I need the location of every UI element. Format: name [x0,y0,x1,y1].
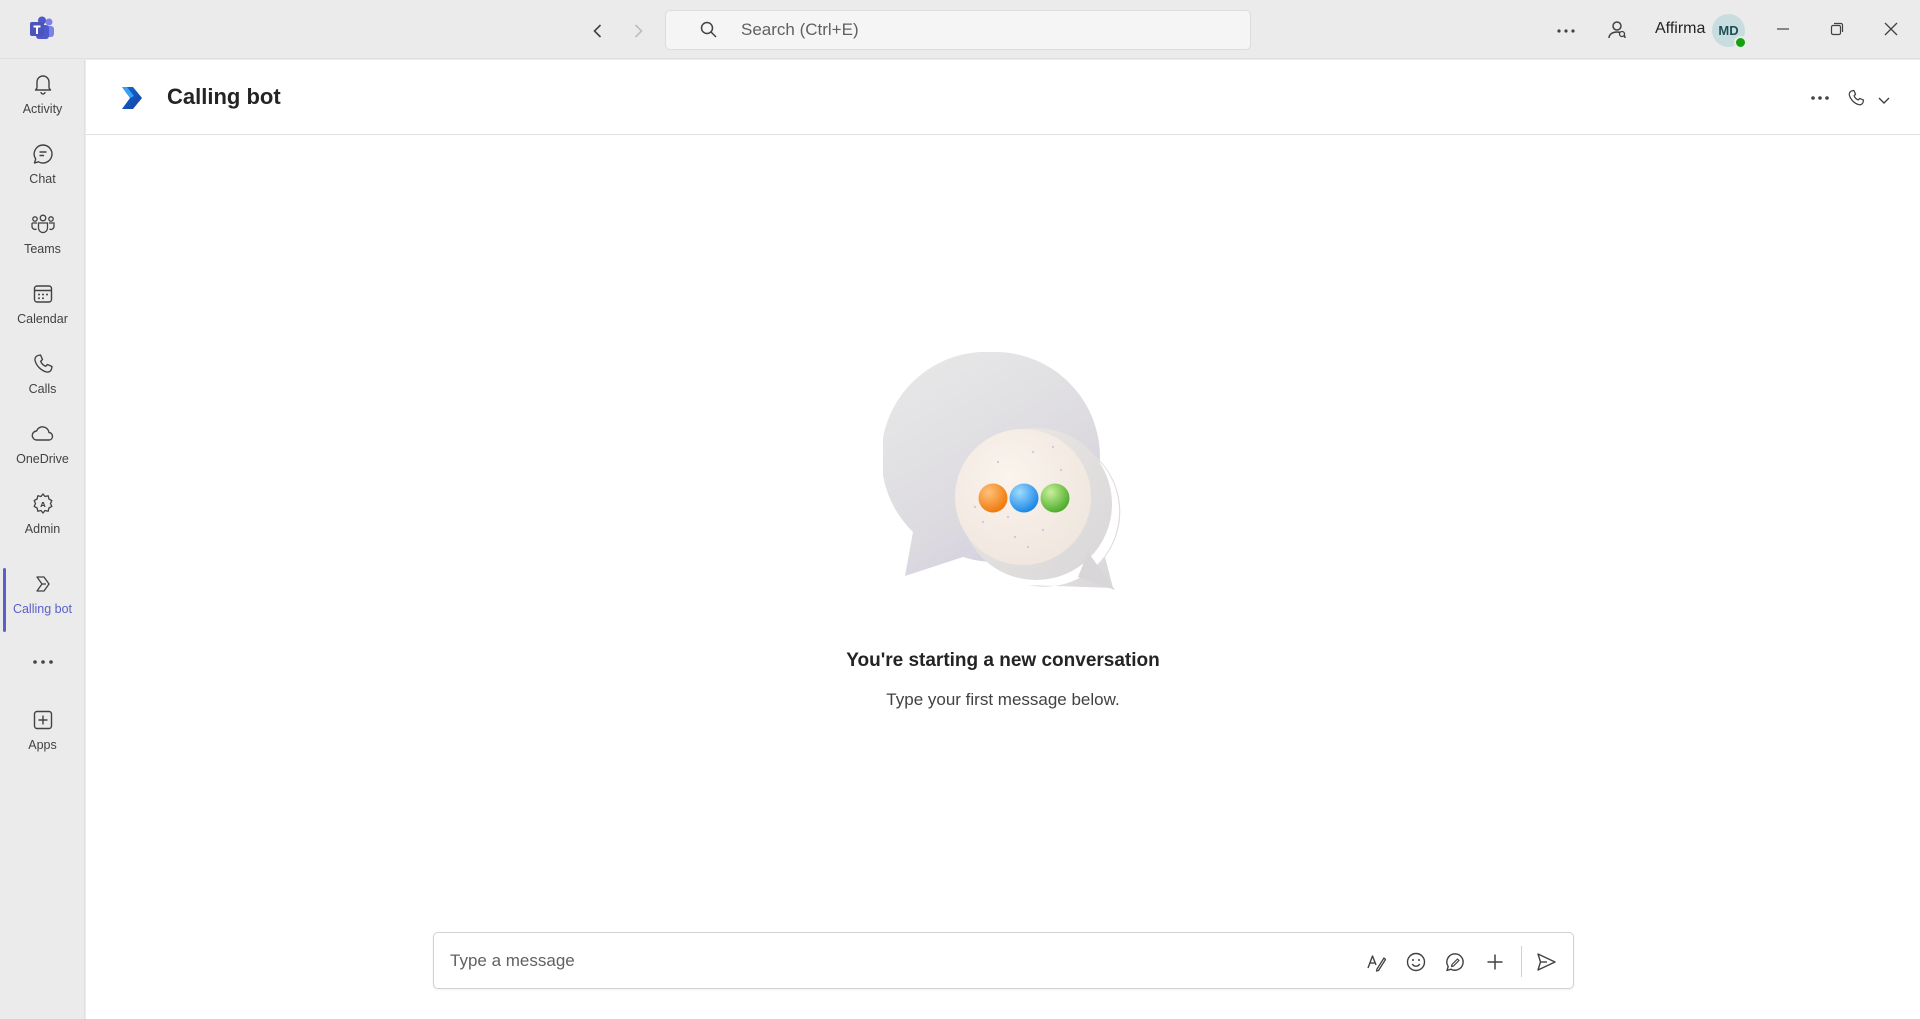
title-bar: Search (Ctrl+E) Affirma MD [0,0,1920,59]
page-title: Calling bot [167,84,281,109]
empty-state-title: You're starting a new conversation [846,650,1160,671]
new-conversation-illustration [881,351,1133,592]
close-icon[interactable] [1878,16,1904,42]
main-pane: Calling bot You're starting a new conver… [86,60,1920,1019]
plus-box-icon [29,706,57,734]
message-input[interactable] [450,946,1330,976]
rail-label: Admin [24,522,61,536]
minimize-icon[interactable] [1770,16,1796,42]
rail-item-teams[interactable]: Teams [0,210,85,274]
rail-item-activity[interactable]: Activity [0,70,85,134]
rail-more-apps[interactable] [0,648,85,688]
cloud-icon [29,420,57,448]
rail-label: Chat [29,172,56,186]
more-options-icon[interactable] [1552,17,1580,45]
chat-icon [29,140,57,168]
rail-label: OneDrive [16,452,69,466]
back-arrow-icon[interactable] [584,17,612,45]
svg-text:A: A [40,501,46,509]
rail-label: Calling bot [12,602,73,616]
bell-icon [29,70,57,98]
loop-compose-icon[interactable] [1440,947,1470,977]
phone-icon [29,350,57,378]
more-options-icon[interactable] [1806,84,1834,112]
chevron-down-icon[interactable] [1872,86,1896,114]
calendar-icon [29,280,57,308]
bot-icon [29,570,57,598]
more-options-icon [29,648,57,676]
teams-logo-icon[interactable] [27,14,57,44]
search-icon [699,20,719,40]
restore-icon[interactable] [1824,16,1850,42]
rail-item-admin[interactable]: A Admin [0,490,85,554]
rail-label: Apps [28,738,57,752]
presence-available-icon [1734,36,1747,49]
people-settings-icon[interactable] [1603,16,1631,44]
avatar-initials: MD [1718,23,1739,38]
format-pen-icon[interactable] [1361,947,1391,977]
chat-header: Calling bot [86,60,1920,135]
rail-item-chat[interactable]: Chat [0,140,85,204]
plus-icon[interactable] [1480,947,1510,977]
rail-item-calling-bot[interactable]: Calling bot [0,568,85,634]
send-icon[interactable] [1531,947,1561,977]
divider [1521,946,1522,977]
admin-gear-icon: A [29,490,57,518]
bot-logo-icon [119,84,147,112]
rail-label: Calls [28,382,57,396]
rail-item-calendar[interactable]: Calendar [0,280,85,344]
rail-item-calls[interactable]: Calls [0,350,85,414]
empty-state-subtitle: Type your first message below. [886,690,1120,709]
avatar[interactable]: MD [1712,14,1747,49]
message-composer [433,932,1574,989]
rail-label: Activity [22,102,63,116]
search-box[interactable]: Search (Ctrl+E) [665,10,1251,50]
forward-arrow-icon[interactable] [624,17,652,45]
teams-icon [29,210,57,238]
rail-label: Teams [24,242,61,256]
rail-item-onedrive[interactable]: OneDrive [0,420,85,484]
rail-label: Calendar [17,312,68,326]
call-phone-icon[interactable] [1842,84,1870,112]
search-placeholder: Search (Ctrl+E) [741,20,859,39]
app-rail: Activity Chat Teams Calendar Calls OneDr… [0,60,85,1019]
org-name[interactable]: Affirma [1655,20,1705,38]
emoji-icon[interactable] [1401,947,1431,977]
rail-item-apps[interactable]: Apps [0,706,85,770]
